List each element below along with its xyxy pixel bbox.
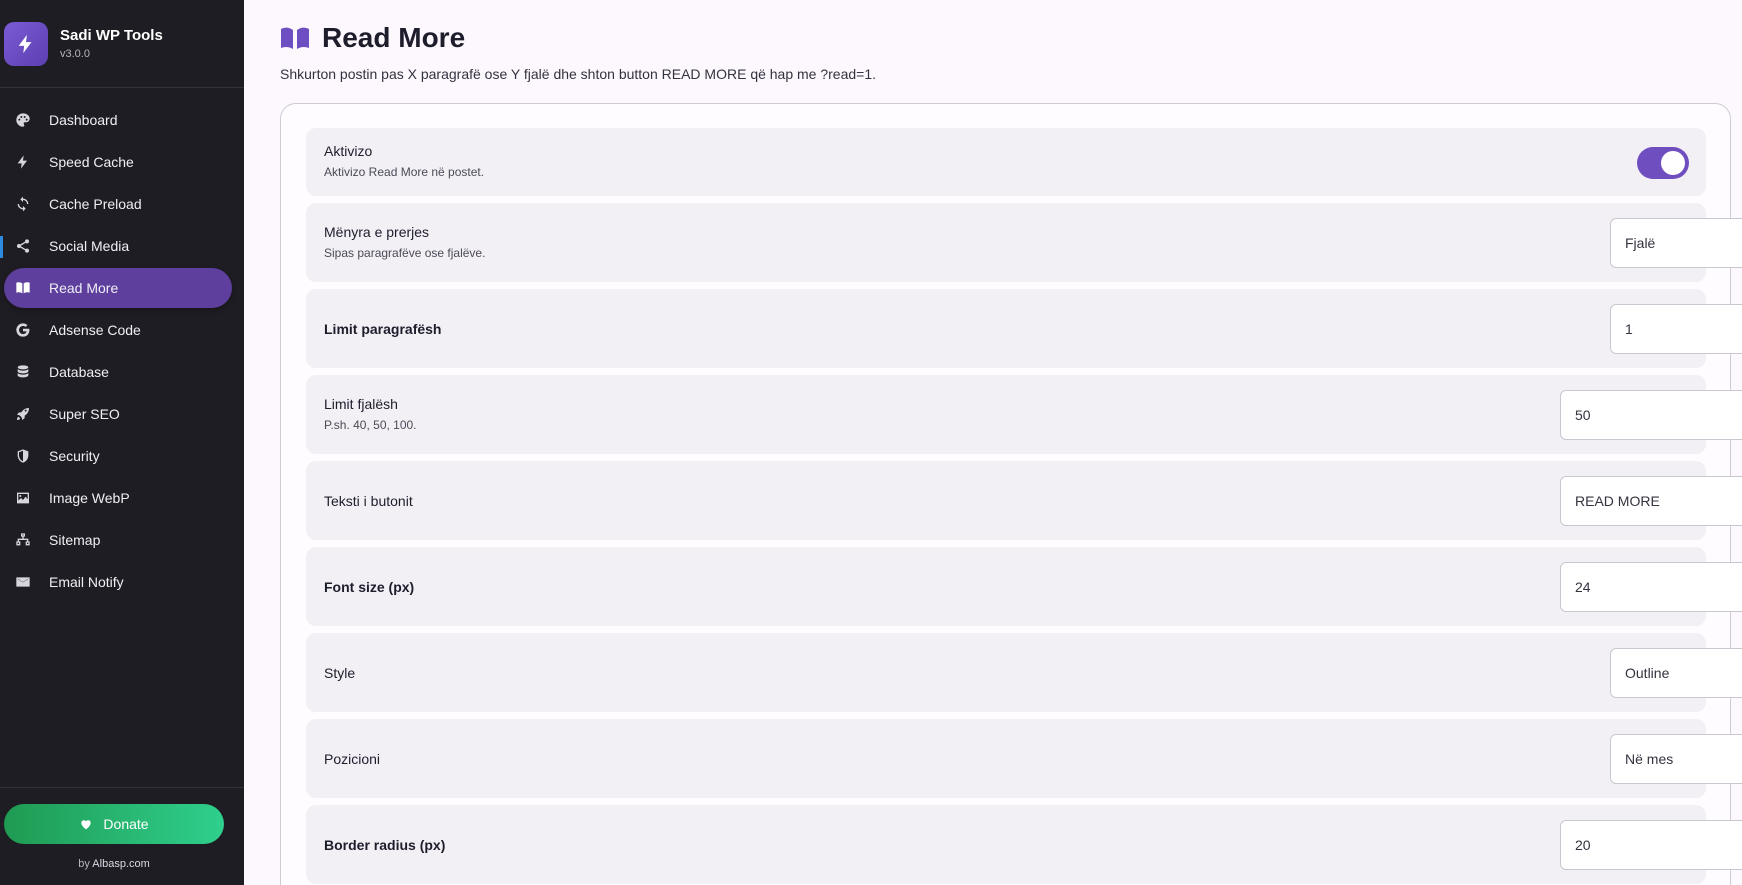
- rocket-icon: [17, 408, 29, 420]
- setting-row-button-text: Teksti i butonit: [306, 461, 1742, 540]
- setting-row-activate: Aktivizo Aktivizo Read More në postet.: [306, 128, 1706, 196]
- sidebar-item-label: Database: [49, 364, 109, 380]
- sidebar-item-label: Security: [49, 448, 100, 464]
- shield-icon: [17, 449, 29, 463]
- database-icon: [17, 365, 29, 378]
- sidebar-item-label: Sitemap: [49, 532, 101, 548]
- credit-prefix: by: [78, 858, 90, 870]
- share-icon: [17, 239, 29, 253]
- bolt-icon: [17, 155, 27, 169]
- setting-description: Aktivizo Read More në postet.: [324, 165, 485, 179]
- sidebar-item-security[interactable]: Security: [4, 436, 232, 476]
- border-radius-input[interactable]: [1560, 820, 1742, 870]
- setting-row-word-limit: Limit fjalësh P.sh. 40, 50, 100.: [306, 375, 1742, 454]
- sidebar-item-label: Speed Cache: [49, 154, 134, 170]
- book-icon: [16, 282, 30, 294]
- sidebar: Sadi WP Tools v3.0.0 Dashboard Speed Cac…: [0, 0, 244, 885]
- sidebar-item-adsense-code[interactable]: Adsense Code: [4, 310, 232, 350]
- sidebar-item-label: Cache Preload: [49, 196, 142, 212]
- setting-row-mode: Mënyra e prerjes Sipas paragrafëve ose f…: [306, 203, 1742, 282]
- donate-label: Donate: [103, 816, 149, 832]
- paragraph-limit-input[interactable]: [1610, 304, 1742, 354]
- main-content: Read More Shkurton postin pas X paragraf…: [280, 0, 1742, 885]
- brand-logo: [4, 21, 48, 66]
- credit-line: by Albasp.com: [0, 858, 228, 870]
- brand: Sadi WP Tools v3.0.0: [0, 0, 244, 88]
- sidebar-item-dashboard[interactable]: Dashboard: [4, 100, 232, 140]
- sidebar-item-social-media[interactable]: Social Media: [0, 226, 232, 266]
- credit-link[interactable]: Albasp.com: [92, 858, 149, 870]
- bolt-icon: [18, 34, 32, 53]
- setting-label: Border radius (px): [324, 837, 446, 853]
- setting-row-style: Style: [306, 633, 1742, 712]
- setting-label: Teksti i butonit: [324, 493, 413, 509]
- button-text-input[interactable]: [1560, 476, 1742, 526]
- scroll-marker: [0, 236, 3, 258]
- settings-card: Aktivizo Aktivizo Read More në postet. M…: [280, 103, 1742, 885]
- sidebar-item-label: Adsense Code: [49, 322, 141, 338]
- setting-row-font-size: Font size (px): [306, 547, 1742, 626]
- sidebar-item-speed-cache[interactable]: Speed Cache: [4, 142, 232, 182]
- book-icon: [281, 27, 309, 49]
- setting-row-position: Pozicioni: [306, 719, 1742, 798]
- brand-title: Sadi WP Tools: [60, 27, 163, 44]
- sidebar-item-cache-preload[interactable]: Cache Preload: [4, 184, 232, 224]
- sidebar-nav: Dashboard Speed Cache Cache Preload Soci…: [0, 88, 244, 602]
- style-select[interactable]: [1610, 648, 1742, 698]
- image-icon: [17, 492, 29, 504]
- setting-label: Font size (px): [324, 579, 415, 595]
- setting-label: Style: [324, 665, 356, 681]
- setting-label: Aktivizo: [324, 143, 373, 159]
- sidebar-item-label: Email Notify: [49, 574, 124, 590]
- sidebar-item-email-notify[interactable]: Email Notify: [4, 562, 232, 602]
- brand-version: v3.0.0: [60, 48, 90, 60]
- google-icon: [16, 323, 30, 337]
- sync-icon: [17, 196, 29, 212]
- font-size-input[interactable]: [1560, 562, 1742, 612]
- setting-label: Pozicioni: [324, 751, 381, 767]
- setting-label: Limit paragrafësh: [324, 321, 442, 337]
- sidebar-item-label: Read More: [49, 280, 119, 296]
- setting-label: Limit fjalësh: [324, 396, 398, 412]
- setting-description: P.sh. 40, 50, 100.: [324, 418, 417, 432]
- donate-button[interactable]: Donate: [4, 804, 224, 844]
- position-select[interactable]: [1610, 734, 1742, 784]
- sidebar-footer: Donate by Albasp.com: [0, 787, 244, 885]
- sidebar-item-label: Super SEO: [49, 406, 120, 422]
- setting-row-border-radius: Border radius (px): [306, 805, 1742, 884]
- sidebar-item-label: Image WebP: [49, 490, 130, 506]
- setting-label: Mënyra e prerjes: [324, 224, 430, 240]
- sidebar-item-database[interactable]: Database: [4, 352, 232, 392]
- sidebar-item-sitemap[interactable]: Sitemap: [4, 520, 232, 560]
- heart-icon: [81, 820, 92, 830]
- setting-row-paragraph-limit: Limit paragrafësh: [306, 289, 1742, 368]
- sidebar-item-read-more[interactable]: Read More: [4, 268, 232, 308]
- page-subtitle: Shkurton postin pas X paragrafë ose Y fj…: [280, 66, 877, 82]
- palette-icon: [16, 113, 30, 127]
- sidebar-item-image-webp[interactable]: Image WebP: [4, 478, 232, 518]
- page-title: Read More: [322, 22, 466, 53]
- setting-description: Sipas paragrafëve ose fjalëve.: [324, 246, 486, 260]
- word-limit-input[interactable]: [1560, 390, 1742, 440]
- sidebar-item-label: Social Media: [49, 238, 130, 254]
- activate-toggle[interactable]: [1637, 147, 1689, 179]
- sidebar-item-super-seo[interactable]: Super SEO: [4, 394, 232, 434]
- sidebar-item-label: Dashboard: [49, 112, 118, 128]
- envelope-icon: [16, 577, 30, 587]
- toggle-knob: [1661, 151, 1685, 175]
- mode-select[interactable]: [1610, 218, 1742, 268]
- sitemap-icon: [16, 533, 30, 546]
- page-header: Read More Shkurton postin pas X paragraf…: [280, 0, 1730, 104]
